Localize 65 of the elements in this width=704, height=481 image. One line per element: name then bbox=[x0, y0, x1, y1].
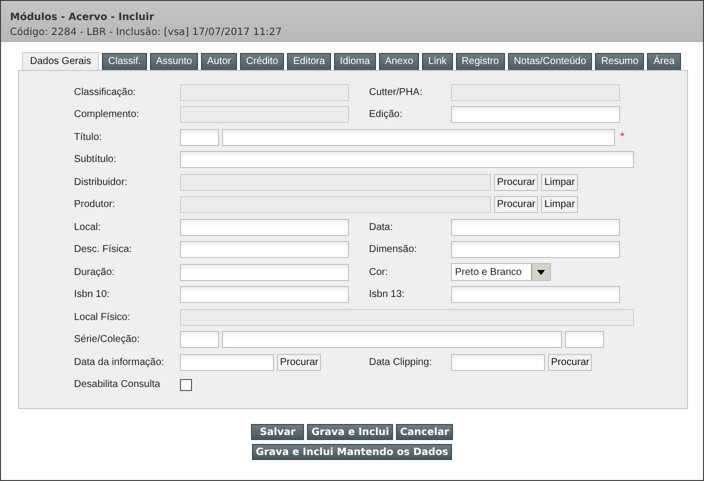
input-field[interactable] bbox=[180, 354, 274, 370]
tab[interactable]: Registro bbox=[456, 53, 505, 70]
tab[interactable]: Classif. bbox=[102, 53, 147, 70]
field-label: Classificação: bbox=[74, 86, 137, 98]
field-label: Duração: bbox=[74, 266, 116, 278]
field-label: Edição: bbox=[369, 109, 404, 120]
tab[interactable]: Anexo bbox=[378, 53, 420, 70]
input-field[interactable] bbox=[180, 128, 219, 146]
form-button[interactable]: Procurar bbox=[494, 174, 538, 190]
action-button[interactable]: Grava e Inclui Mantendo os Dados bbox=[252, 444, 452, 460]
input-field[interactable] bbox=[451, 106, 620, 123]
window-title: Módulos - Acervo - Incluir bbox=[10, 11, 156, 23]
tab[interactable]: Assunto bbox=[150, 53, 198, 70]
field-label: Desc. Física: bbox=[74, 244, 133, 255]
tab[interactable]: Resumo bbox=[595, 53, 644, 70]
field-label: Produtor: bbox=[74, 199, 116, 210]
form-button[interactable]: Procurar bbox=[494, 196, 538, 213]
tab[interactable]: Link bbox=[422, 53, 453, 70]
form-button[interactable]: Limpar bbox=[541, 174, 578, 190]
field-label: Subtítulo: bbox=[74, 154, 118, 165]
field-label: Título: bbox=[74, 132, 103, 142]
form-button[interactable]: Procurar bbox=[277, 354, 322, 370]
tab[interactable]: Dados Gerais bbox=[22, 52, 100, 70]
tab[interactable]: Crédito bbox=[240, 53, 284, 70]
form-button[interactable]: Limpar bbox=[541, 196, 578, 213]
record-info: Código: 2284 - LBR - Inclusão: [vsa] 17/07/2017 11:27 bbox=[10, 27, 283, 38]
input-field[interactable] bbox=[180, 331, 219, 348]
tab[interactable]: Idioma bbox=[334, 53, 376, 70]
tab[interactable]: Editora bbox=[287, 53, 331, 70]
input-field[interactable] bbox=[565, 331, 604, 348]
field-label: Complemento: bbox=[74, 109, 140, 120]
field-label: Data: bbox=[369, 222, 394, 232]
field-label: Data Clipping: bbox=[369, 356, 433, 368]
input-field[interactable] bbox=[180, 218, 349, 236]
input-field[interactable] bbox=[180, 241, 349, 258]
field-label: Cutter/PHA: bbox=[369, 86, 424, 98]
action-button[interactable]: Grava e Inclui bbox=[307, 424, 394, 440]
input-field[interactable] bbox=[180, 151, 634, 168]
tab[interactable]: Área bbox=[647, 53, 681, 70]
required-mark: * bbox=[620, 132, 624, 142]
input-field[interactable] bbox=[180, 264, 349, 280]
action-button[interactable]: Cancelar bbox=[396, 424, 454, 440]
checkbox[interactable] bbox=[180, 378, 192, 390]
input-field[interactable] bbox=[451, 286, 620, 303]
field-label: Data da informação: bbox=[74, 356, 166, 368]
input-field[interactable] bbox=[451, 241, 620, 258]
field-label: Cor: bbox=[369, 266, 389, 278]
field-label: Local Físico: bbox=[74, 312, 132, 322]
field-label: Local: bbox=[74, 222, 102, 232]
field-label: Série/Coleção: bbox=[74, 334, 141, 345]
field-label: Isbn 13: bbox=[369, 289, 406, 300]
input-field[interactable] bbox=[451, 218, 620, 236]
field-label: Isbn 10: bbox=[74, 289, 111, 300]
action-button[interactable]: Salvar bbox=[250, 424, 304, 440]
form-button[interactable]: Procurar bbox=[548, 354, 592, 370]
input-field[interactable] bbox=[222, 331, 562, 348]
input-field[interactable] bbox=[451, 354, 545, 370]
color-dropdown[interactable]: Preto e Branco bbox=[451, 263, 551, 281]
input-field[interactable] bbox=[222, 128, 615, 146]
tab[interactable]: Autor bbox=[201, 53, 237, 70]
field-label: Dimensão: bbox=[369, 244, 418, 255]
field-label: Distribuidor: bbox=[74, 176, 128, 188]
tab[interactable]: Notas/Conteúdo bbox=[508, 53, 592, 70]
input-field[interactable] bbox=[180, 286, 349, 303]
field-label: Desabilita Consulta bbox=[74, 379, 162, 390]
